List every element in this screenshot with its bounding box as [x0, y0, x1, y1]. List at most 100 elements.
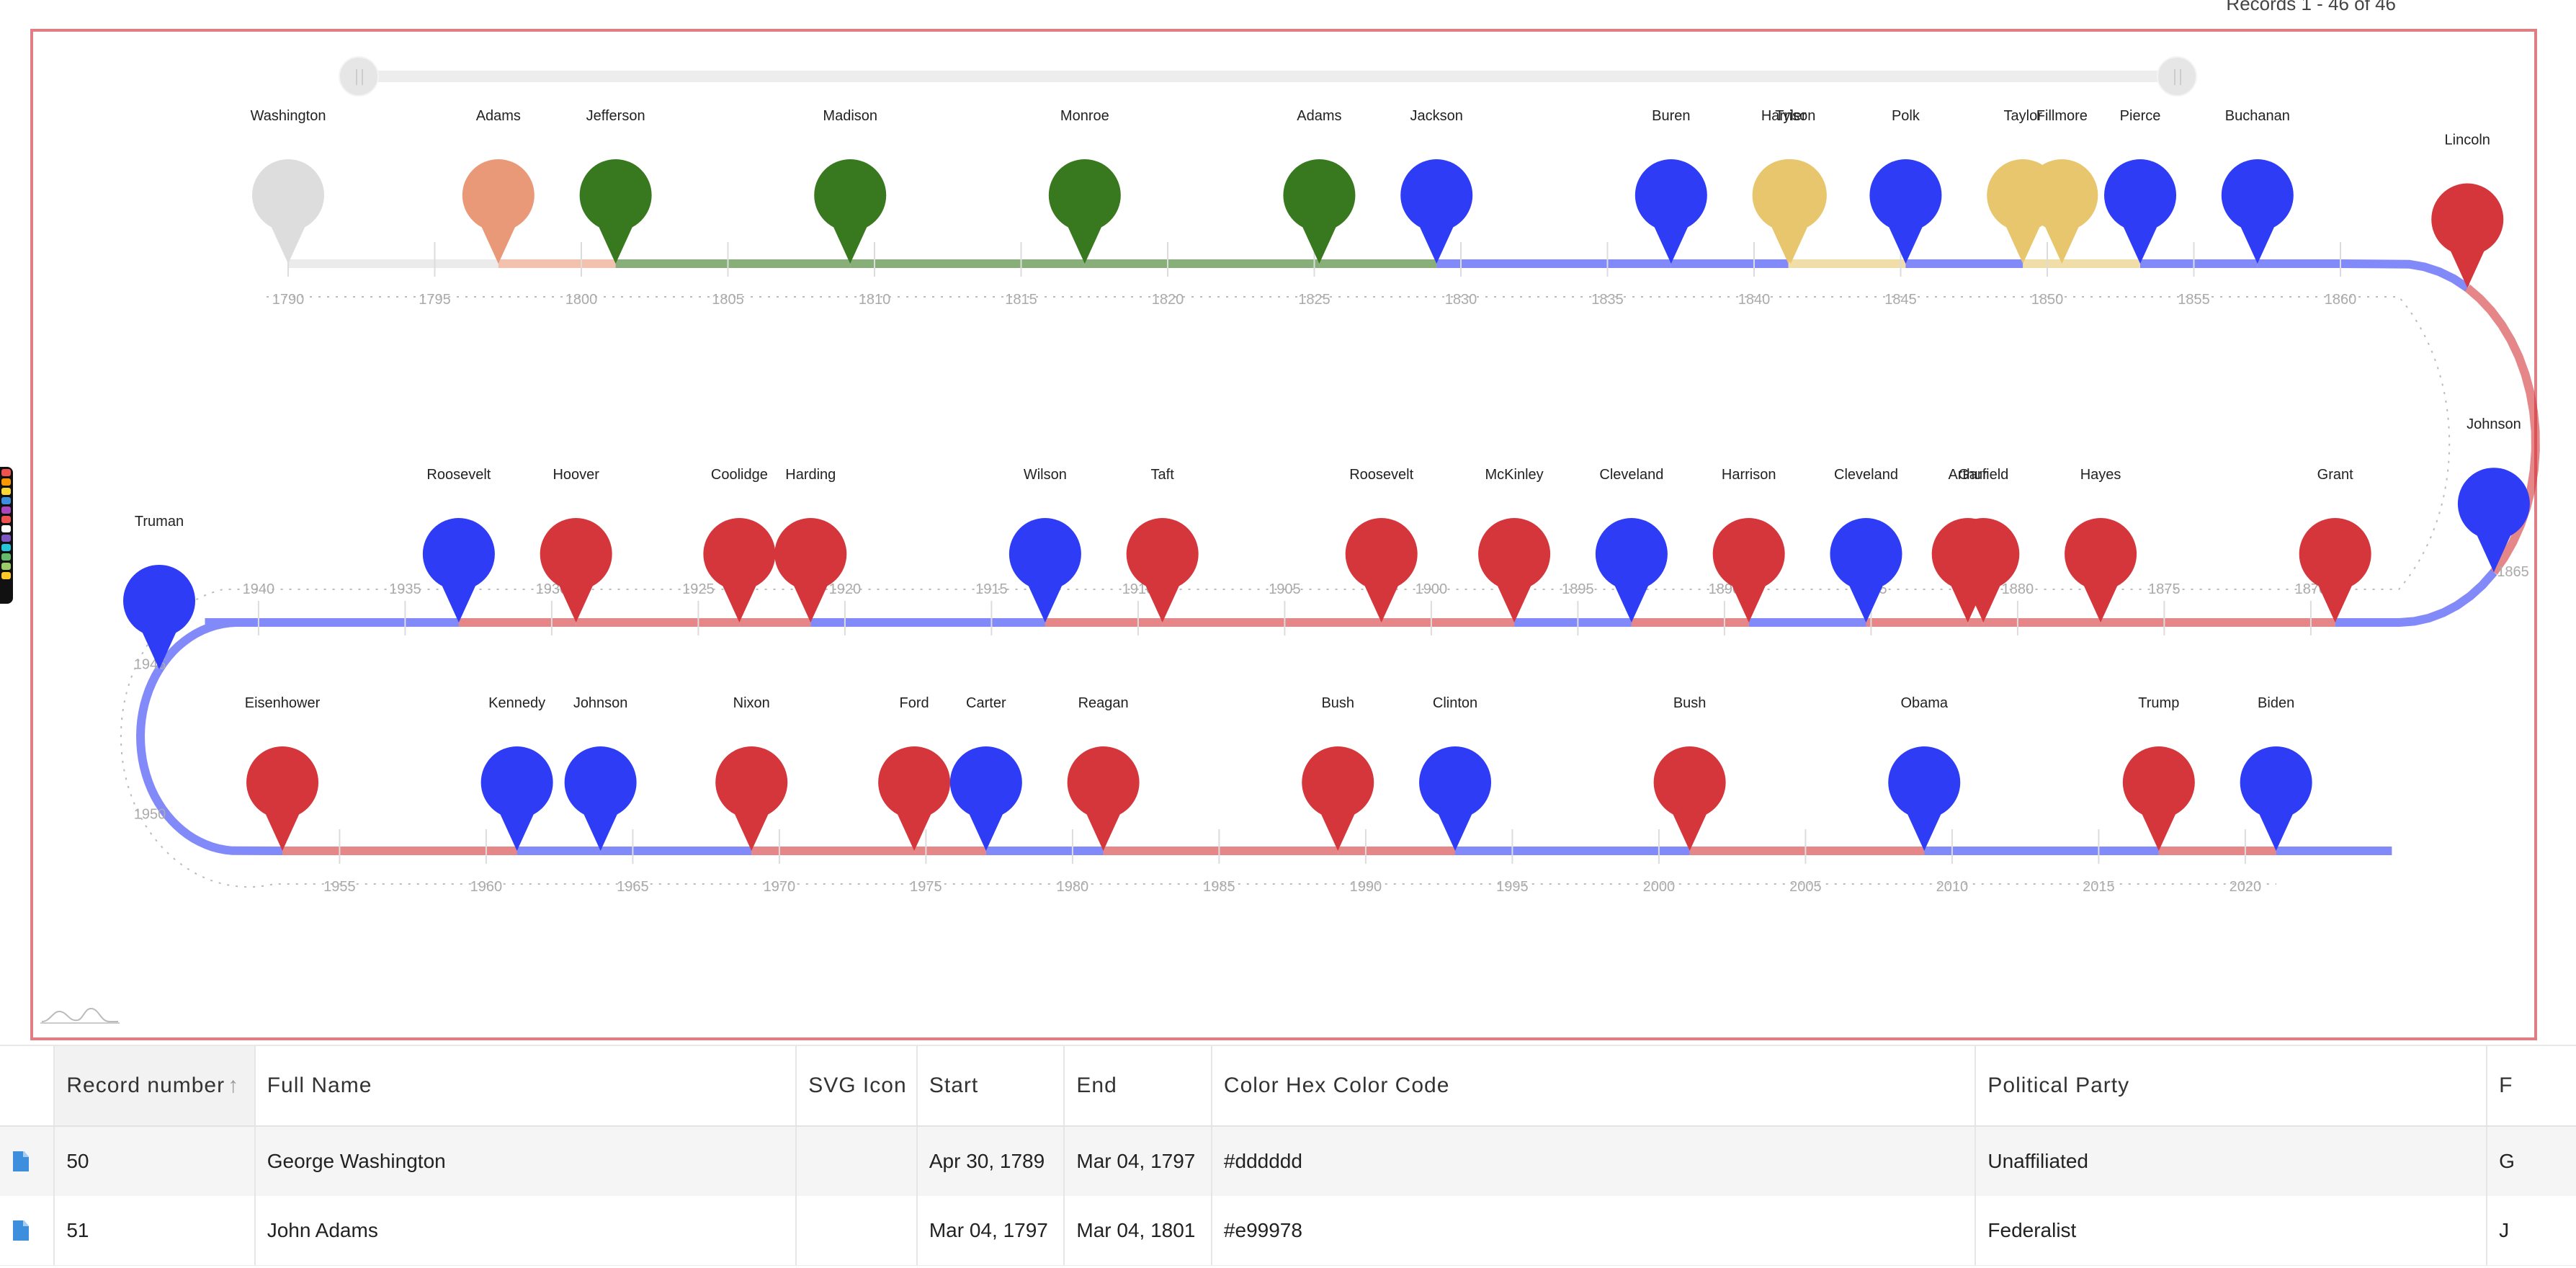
header-svg-icon[interactable]: SVG Icon	[797, 1046, 918, 1125]
tick-label: 1880	[2002, 581, 2034, 597]
president-pin[interactable]: Bush	[1302, 695, 1374, 851]
sparkline-icon[interactable]	[40, 1003, 120, 1024]
president-pin[interactable]: Grant	[2299, 467, 2371, 622]
slider-handle-start[interactable]	[339, 56, 379, 97]
table-row[interactable]: 50 George Washington Apr 30, 1789 Mar 04…	[0, 1127, 2576, 1197]
president-pin[interactable]: Ford	[878, 695, 951, 851]
president-pin[interactable]: Adams	[462, 108, 535, 264]
president-pin[interactable]: Cleveland	[1830, 467, 1902, 622]
president-pin[interactable]: Adams	[1283, 108, 1356, 264]
slider-track[interactable]	[360, 71, 2175, 82]
axis-tick: 2020	[2230, 829, 2261, 895]
president-label: McKinley	[1485, 467, 1544, 483]
president-pin[interactable]: Eisenhower	[245, 695, 321, 851]
tick-label: 1840	[1738, 292, 1771, 308]
president-pin[interactable]: Tyler	[1754, 108, 1827, 264]
palette-strip[interactable]	[0, 467, 13, 604]
president-label: Monroe	[1060, 108, 1109, 124]
axis-tick: 1955	[323, 829, 356, 895]
tick-label: 1805	[712, 292, 744, 308]
president-pin[interactable]: Polk	[1869, 108, 1942, 264]
header-political-party[interactable]: Political Party	[1976, 1046, 2488, 1125]
president-pin[interactable]: Madison	[814, 108, 887, 264]
header-record-number[interactable]: Record number ↑	[55, 1046, 256, 1125]
president-pin[interactable]: Roosevelt	[422, 467, 495, 622]
president-label: Jefferson	[586, 108, 645, 124]
tick-label: 1825	[1298, 292, 1331, 308]
header-extra[interactable]: F	[2487, 1046, 2576, 1125]
president-pin[interactable]: Obama	[1888, 695, 1961, 851]
president-pin[interactable]: Jackson	[1400, 108, 1473, 264]
president-label: Bush	[1321, 695, 1354, 711]
president-pin[interactable]: Fillmore	[2026, 108, 2098, 264]
header-label: Record number	[66, 1073, 225, 1097]
president-pin[interactable]: Johnson	[2457, 416, 2530, 573]
header-end[interactable]: End	[1065, 1046, 1212, 1125]
president-pin[interactable]: Harding	[774, 467, 847, 622]
president-pin[interactable]: Hoover	[540, 467, 612, 622]
president-pin[interactable]: Johnson	[564, 695, 637, 851]
president-label: Taft	[1151, 467, 1175, 483]
president-pin[interactable]: Washington	[251, 108, 326, 264]
tick-label: 1905	[1269, 581, 1301, 597]
president-label: Biden	[2258, 695, 2294, 711]
president-label: Grant	[2317, 467, 2353, 483]
cell-end: Mar 04, 1797	[1065, 1127, 1212, 1196]
president-pin[interactable]: Jefferson	[579, 108, 652, 264]
president-pin[interactable]: Clinton	[1419, 695, 1492, 851]
president-label: Harding	[785, 467, 836, 483]
president-label: Pierce	[2120, 108, 2161, 124]
president-pin[interactable]: Pierce	[2104, 108, 2177, 264]
header-full-name[interactable]: Full Name	[256, 1046, 797, 1125]
president-pin[interactable]: Biden	[2240, 695, 2312, 851]
axis-tick: 1970	[764, 829, 795, 895]
president-label: Madison	[823, 108, 877, 124]
president-pin[interactable]: Wilson	[1009, 467, 1081, 622]
president-pin[interactable]: Trump	[2122, 695, 2195, 851]
cell-start: Apr 30, 1789	[918, 1127, 1065, 1196]
axis-tick: 1950	[134, 806, 166, 822]
tick-label: 1960	[470, 879, 503, 895]
year-range-slider[interactable]	[339, 56, 2197, 97]
president-pin[interactable]: Taft	[1126, 467, 1199, 622]
slider-handle-end[interactable]	[2157, 56, 2197, 97]
president-pin[interactable]: Bush	[1653, 695, 1726, 851]
axis-tick: 1865	[2497, 564, 2529, 580]
president-label: Truman	[135, 514, 184, 530]
president-pin[interactable]: Kennedy	[480, 695, 553, 851]
president-pin[interactable]: Buren	[1634, 108, 1707, 264]
president-pin[interactable]: Roosevelt	[1345, 467, 1418, 622]
president-pin[interactable]: McKinley	[1478, 467, 1551, 622]
president-pin[interactable]: Carter	[949, 695, 1022, 851]
president-pin[interactable]: Lincoln	[2431, 133, 2504, 288]
cell-extra: J	[2499, 1219, 2510, 1241]
tick-label: 1855	[2178, 292, 2210, 308]
record-document-icon[interactable]	[0, 1127, 55, 1196]
president-pin[interactable]: Reagan	[1067, 695, 1140, 851]
header-color-hex[interactable]: Color Hex Color Code	[1212, 1046, 1977, 1125]
president-pin[interactable]: Coolidge	[703, 467, 776, 622]
president-pin[interactable]: Monroe	[1048, 108, 1121, 264]
president-pin[interactable]: Harrison	[1712, 467, 1785, 622]
header-start[interactable]: Start	[918, 1046, 1065, 1125]
tick-label: 1830	[1445, 292, 1477, 308]
president-label: Reagan	[1078, 695, 1129, 711]
president-label: Adams	[1297, 108, 1341, 124]
tick-label: 1975	[910, 879, 942, 895]
axis-tick: 1915	[975, 581, 1008, 635]
sort-ascending-icon[interactable]: ↑	[228, 1073, 239, 1098]
table-row[interactable]: 51 John Adams Mar 04, 1797 Mar 04, 1801 …	[0, 1196, 2576, 1266]
president-pin[interactable]: Hayes	[2065, 467, 2137, 622]
president-pin[interactable]: Cleveland	[1595, 467, 1668, 622]
president-pin[interactable]: Nixon	[715, 695, 788, 851]
tick-label: 2005	[1789, 879, 1822, 895]
axis-tick: 2010	[1936, 829, 1968, 895]
president-label: Tyler	[1775, 108, 1807, 124]
cell-end: Mar 04, 1801	[1065, 1196, 1212, 1265]
president-pin[interactable]: Buchanan	[2221, 108, 2294, 264]
record-document-icon[interactable]	[0, 1196, 55, 1265]
axis-tick: 1805	[712, 242, 744, 308]
president-label: Buchanan	[2225, 108, 2290, 124]
president-label: Ford	[900, 695, 929, 711]
tick-label: 1990	[1350, 879, 1382, 895]
